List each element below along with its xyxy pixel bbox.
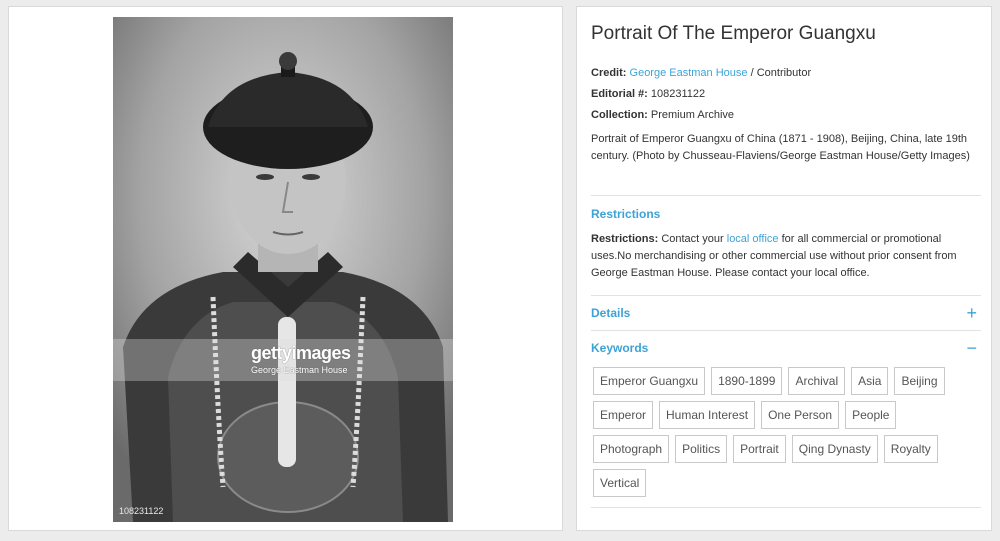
collection-value: Premium Archive <box>650 109 735 121</box>
keyword-tag[interactable]: Archival <box>788 367 846 395</box>
details-panel: Portrait Of The Emperor Guangxu Credit: … <box>576 6 992 531</box>
portrait-photo[interactable]: gettyimages George Eastman House 1082311… <box>113 17 453 522</box>
image-description: Portrait of Emperor Guangxu of China (18… <box>591 133 970 162</box>
collection-line: Collection: Premium Archive <box>591 109 734 121</box>
restrictions-label: Restrictions: <box>591 233 659 245</box>
restrictions-before-link: Contact your <box>661 233 724 245</box>
keyword-tag[interactable]: Human Interest <box>659 401 756 429</box>
keywords-heading[interactable]: Keywords <box>591 341 648 355</box>
credit-line: Credit: George Eastman House / Contribut… <box>591 67 811 79</box>
keyword-tag[interactable]: Photograph <box>593 435 670 463</box>
restrictions-text: Restrictions: Contact your local office … <box>591 231 981 282</box>
editorial-value: 108231122 <box>650 88 706 100</box>
keywords-collapse-icon[interactable]: − <box>966 339 977 357</box>
credit-link[interactable]: George Eastman House <box>630 67 748 79</box>
credit-suffix: / Contributor <box>750 67 812 79</box>
watermark-logo: gettyimages <box>251 343 351 363</box>
keyword-tag[interactable]: Portrait <box>733 435 786 463</box>
credit-label: Credit: <box>591 67 627 79</box>
details-expand-icon[interactable]: + <box>966 304 977 322</box>
image-id-label: 108231122 <box>119 506 164 516</box>
editorial-label: Editorial #: <box>591 88 648 100</box>
details-heading[interactable]: Details <box>591 306 630 320</box>
keyword-tag[interactable]: People <box>845 401 897 429</box>
keyword-tag[interactable]: 1890-1899 <box>711 367 783 395</box>
keyword-tag[interactable]: Qing Dynasty <box>791 435 878 463</box>
image-panel: gettyimages George Eastman House 1082311… <box>8 6 563 531</box>
local-office-link[interactable]: local office <box>727 233 779 245</box>
keyword-tag[interactable]: Beijing <box>894 367 945 395</box>
keyword-tag[interactable]: Emperor <box>593 401 654 429</box>
divider <box>591 295 981 296</box>
divider <box>591 195 981 196</box>
page-title: Portrait Of The Emperor Guangxu <box>591 23 876 44</box>
keyword-tag[interactable]: Royalty <box>883 435 938 463</box>
editorial-line: Editorial #: 108231122 <box>591 88 705 100</box>
keyword-tag[interactable]: One Person <box>761 401 840 429</box>
keyword-list: Emperor Guangxu 1890-1899 Archival Asia … <box>593 367 977 497</box>
watermark-subtitle: George Eastman House <box>251 365 348 375</box>
keyword-tag[interactable]: Emperor Guangxu <box>593 367 706 395</box>
keyword-tag[interactable]: Politics <box>675 435 728 463</box>
divider <box>591 507 981 508</box>
divider <box>591 330 981 331</box>
collection-label: Collection: <box>591 109 648 121</box>
keyword-tag[interactable]: Asia <box>851 367 889 395</box>
keyword-tag[interactable]: Vertical <box>593 469 647 497</box>
portrait-illustration <box>113 17 453 522</box>
restrictions-heading: Restrictions <box>591 207 661 221</box>
